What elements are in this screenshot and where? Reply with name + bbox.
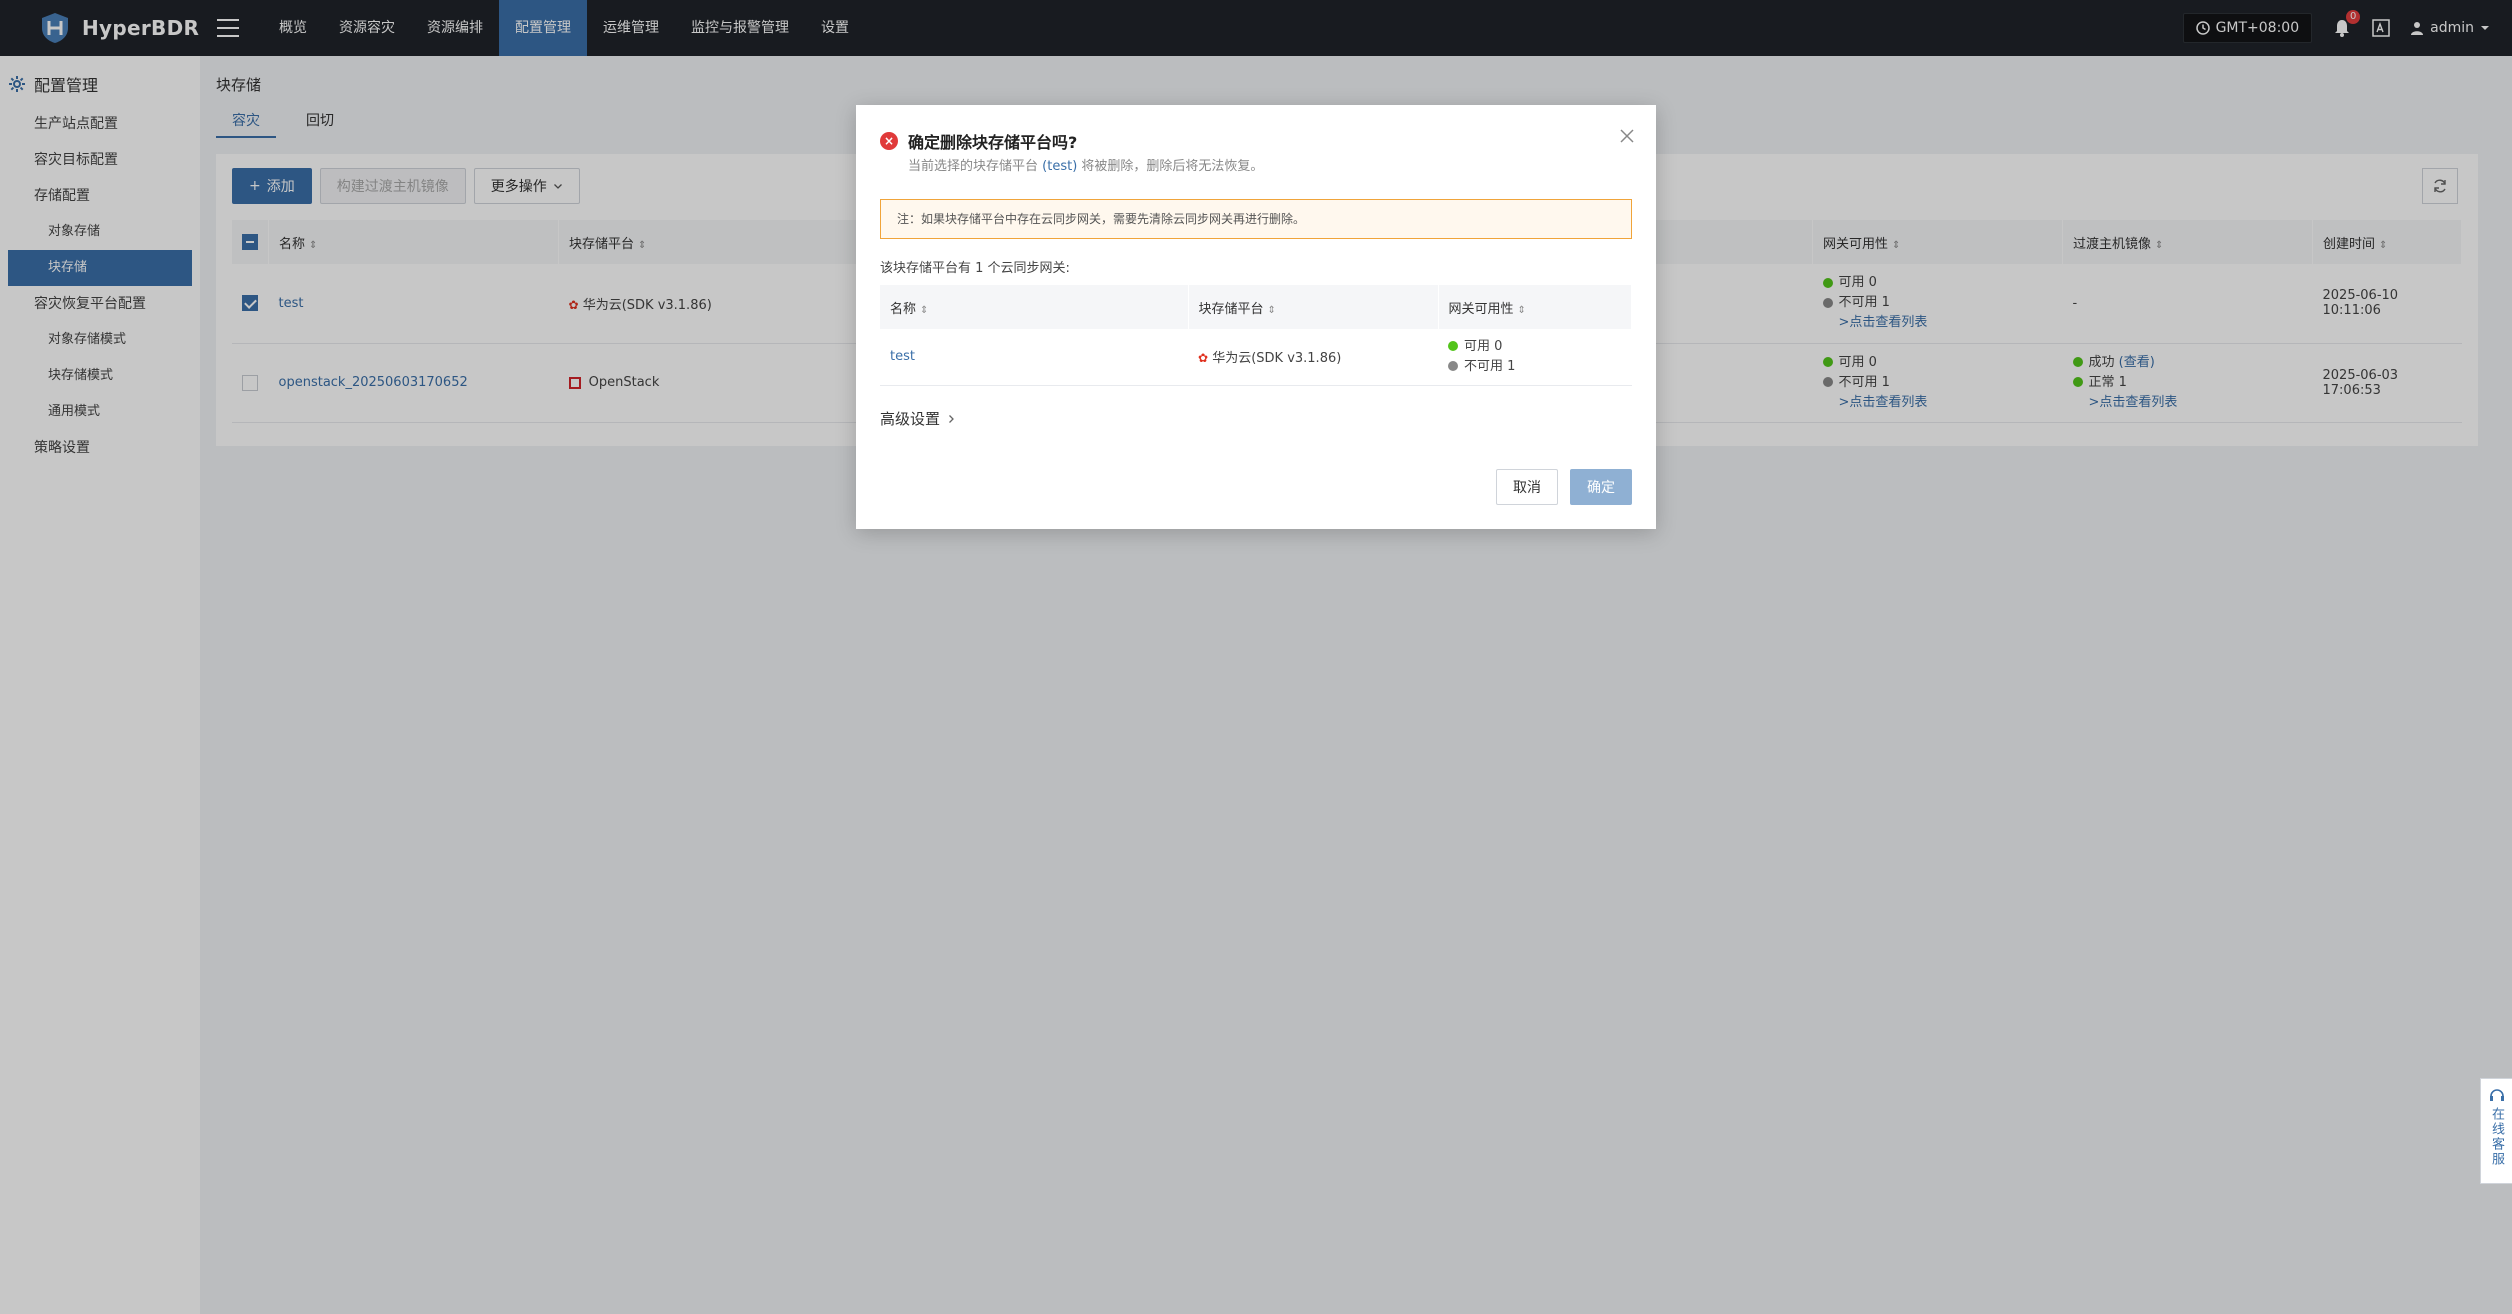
sort-icon: ⇕ xyxy=(1267,304,1276,316)
dialog-subtitle: 当前选择的块存储平台 (test) 将被删除，删除后将无法恢复。 xyxy=(908,155,1263,174)
inner-col-gateway-label: 网关可用性 xyxy=(1448,301,1514,317)
gateway-name-link[interactable]: test xyxy=(890,349,915,364)
confirm-button[interactable]: 确定 xyxy=(1570,469,1632,505)
inner-col-gateway[interactable]: 网关可用性 ⇕ xyxy=(1438,285,1632,329)
subtitle-target-name: (test) xyxy=(1042,159,1078,174)
gateway-platform: 华为云(SDK v3.1.86) xyxy=(1212,351,1342,367)
inner-col-name-label: 名称 xyxy=(890,301,917,317)
subtitle-prefix: 当前选择的块存储平台 xyxy=(908,159,1039,174)
inner-col-platform[interactable]: 块存储平台 ⇕ xyxy=(1188,285,1439,329)
table-row[interactable]: test ✿ 华为云(SDK v3.1.86) 可用 0 不可用 1 xyxy=(880,329,1632,386)
check-circle-icon xyxy=(1448,341,1458,352)
gateway-unavailable: 不可用 1 xyxy=(1464,358,1516,374)
x-circle-icon xyxy=(1448,361,1458,372)
online-service-label: 在线客服 xyxy=(2489,1107,2504,1167)
headset-icon xyxy=(2489,1089,2504,1101)
close-icon[interactable] xyxy=(1618,127,1636,145)
inner-col-platform-label: 块存储平台 xyxy=(1198,301,1264,317)
gateway-count-text: 该块存储平台有 1 个云同步网关: xyxy=(880,261,1070,276)
delete-confirm-dialog: × 确定删除块存储平台吗? 当前选择的块存储平台 (test) 将被删除，删除后… xyxy=(856,105,1656,529)
sort-icon: ⇕ xyxy=(1517,304,1526,316)
gateway-table: 名称 ⇕ 块存储平台 ⇕ 网关可用性 ⇕ test ✿ 华为云(SDK v3.1.86… xyxy=(880,285,1632,386)
advanced-settings-label: 高级设置 xyxy=(880,410,941,428)
dialog-title-text: 确定删除块存储平台吗? xyxy=(908,133,1078,152)
huawei-icon: ✿ xyxy=(1198,351,1209,366)
subtitle-suffix: 将被删除，删除后将无法恢复。 xyxy=(1081,159,1264,174)
chevron-right-icon xyxy=(949,414,954,423)
dialog-title: × 确定删除块存储平台吗? xyxy=(880,129,1077,153)
gateway-available: 可用 0 xyxy=(1464,338,1503,354)
online-service-button[interactable]: 在线客服 xyxy=(2480,1078,2512,1184)
table-header-row: 名称 ⇕ 块存储平台 ⇕ 网关可用性 ⇕ xyxy=(880,285,1632,329)
cancel-button[interactable]: 取消 xyxy=(1496,469,1558,505)
inner-col-name[interactable]: 名称 ⇕ xyxy=(880,285,1189,329)
warning-note: 注：如果块存储平台中存在云同步网关，需要先清除云同步网关再进行删除。 xyxy=(880,199,1632,239)
dialog-footer: 取消 确定 xyxy=(1496,469,1632,505)
sort-icon: ⇕ xyxy=(920,304,929,316)
error-icon: × xyxy=(880,132,898,150)
advanced-settings-toggle[interactable]: 高级设置 xyxy=(880,408,956,429)
